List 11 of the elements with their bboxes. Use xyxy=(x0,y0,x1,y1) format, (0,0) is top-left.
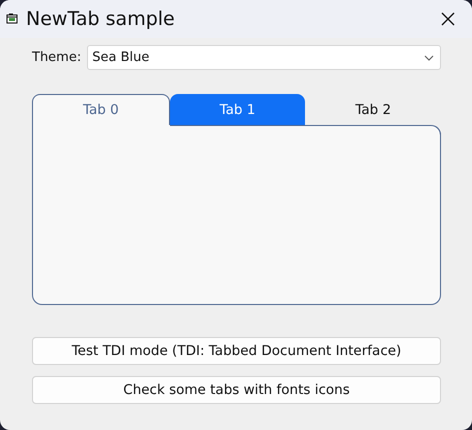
theme-dropdown[interactable]: Sea Blue xyxy=(87,45,441,70)
action-button[interactable]: Test TDI mode (TDI: Tabbed Document Interface) xyxy=(32,337,441,365)
window-title: NewTab sample xyxy=(26,8,176,30)
window-icon xyxy=(6,13,20,25)
tab[interactable]: Tab 0 xyxy=(32,94,170,125)
tab[interactable]: Tab 2 xyxy=(305,94,442,125)
theme-label: Theme: xyxy=(32,50,82,65)
chevron-icon xyxy=(424,54,434,60)
tab[interactable]: Tab 1 xyxy=(170,94,306,125)
close-icon[interactable] xyxy=(441,12,455,26)
action-button[interactable]: Check some tabs with fonts icons xyxy=(32,376,441,404)
